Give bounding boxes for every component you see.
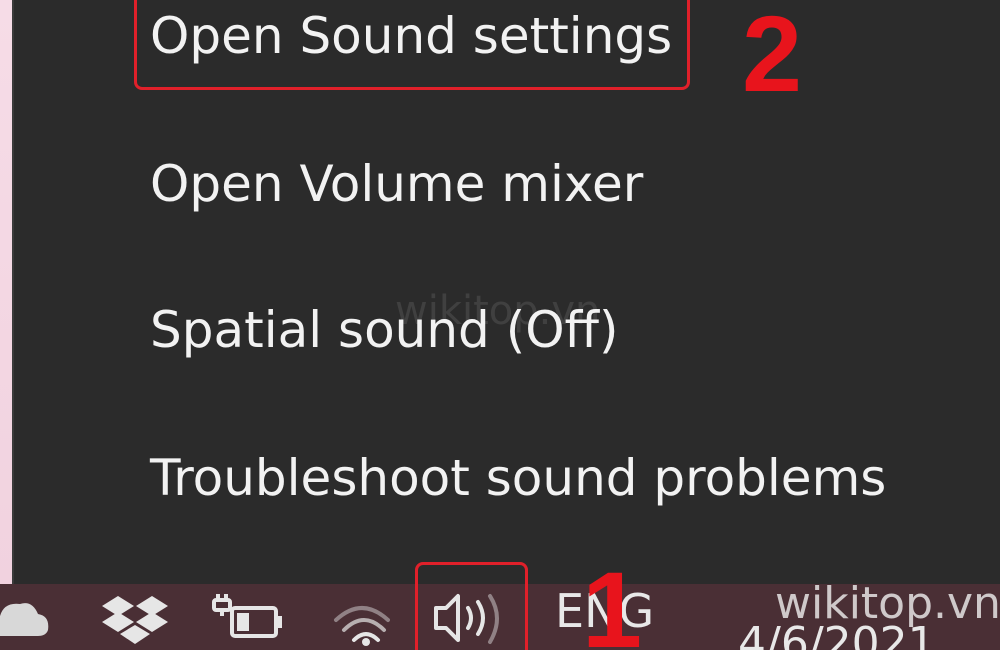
screenshot: Open Sound settings Open Volume mixer Sp… — [0, 0, 1000, 650]
battery-icon[interactable] — [210, 590, 290, 646]
watermark-center: wikitop.vn — [395, 288, 601, 334]
wifi-icon[interactable] — [330, 590, 390, 646]
highlight-box-step-2 — [134, 0, 690, 90]
step-number-1: 1 — [582, 549, 643, 650]
desktop-background — [0, 0, 12, 590]
step-number-2: 2 — [742, 0, 803, 114]
highlight-box-step-1 — [415, 562, 528, 650]
dropbox-icon[interactable] — [100, 590, 170, 646]
menu-item-open-volume-mixer[interactable]: Open Volume mixer — [150, 142, 643, 226]
watermark-corner: wikitop.vn — [775, 578, 1000, 629]
onedrive-cloud-icon[interactable] — [0, 590, 50, 646]
menu-item-troubleshoot-sound[interactable]: Troubleshoot sound problems — [150, 436, 886, 520]
